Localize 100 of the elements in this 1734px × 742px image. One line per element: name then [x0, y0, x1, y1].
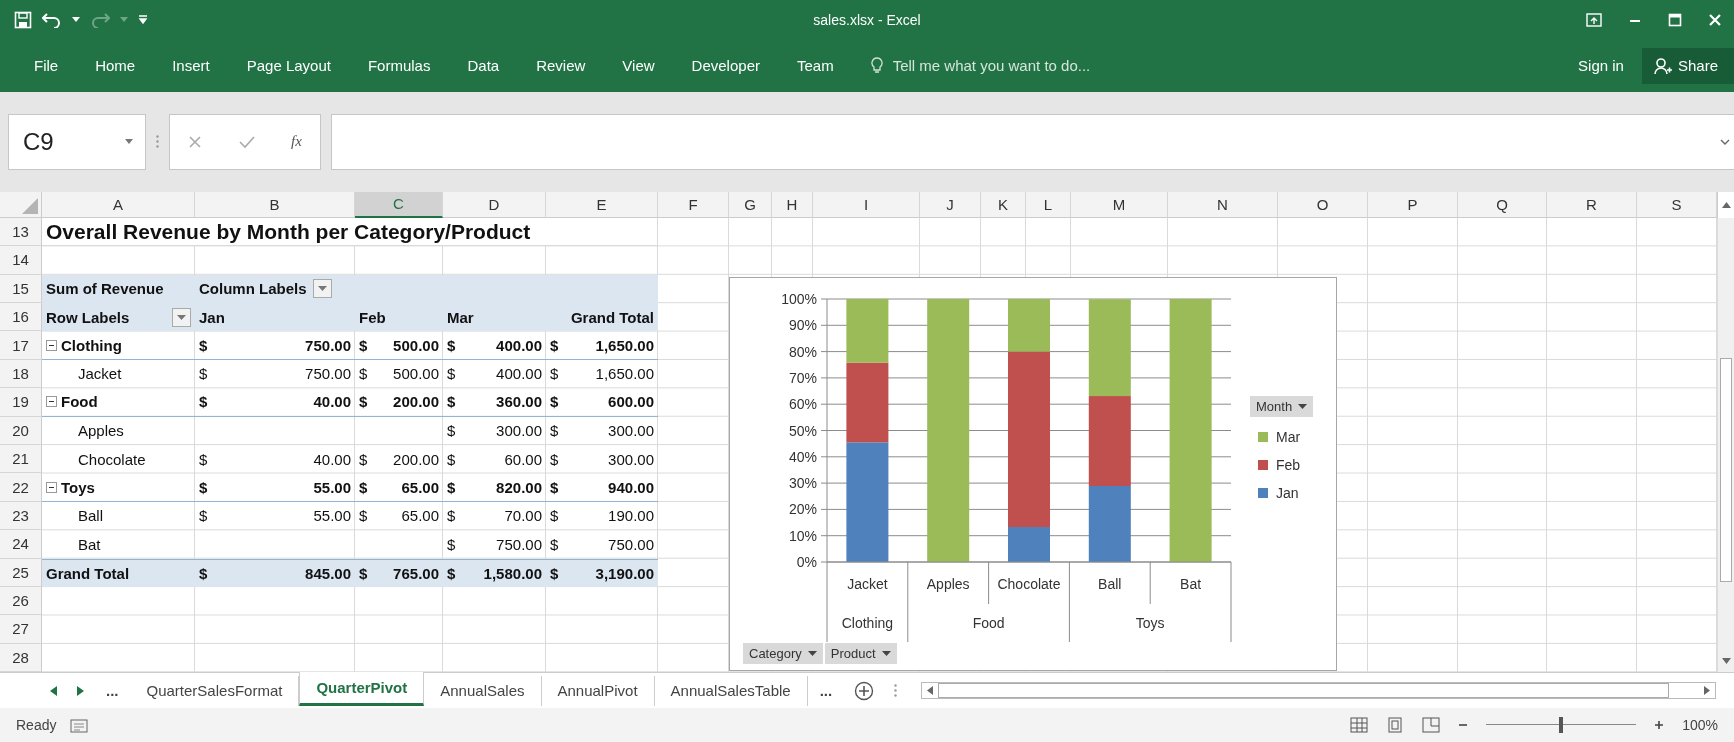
column-header[interactable]: A: [42, 191, 195, 218]
page-layout-icon[interactable]: [1386, 717, 1405, 733]
zoom-level[interactable]: 100%: [1682, 717, 1718, 733]
row-number[interactable]: 13: [0, 217, 42, 247]
ribbon-tab[interactable]: Developer: [691, 51, 760, 81]
maximize-icon[interactable]: [1668, 12, 1682, 27]
left-arrow-icon[interactable]: [927, 686, 934, 696]
category-group-label: Toys: [1135, 614, 1165, 631]
close-icon[interactable]: [1708, 12, 1722, 27]
ribbon-tab[interactable]: Home: [95, 51, 136, 81]
scroll-thumb[interactable]: [938, 683, 1669, 699]
column-header[interactable]: F: [658, 191, 729, 218]
amount-value: 750.00: [305, 365, 351, 383]
column-header[interactable]: L: [1026, 191, 1071, 218]
row-number[interactable]: 28: [0, 643, 42, 673]
scroll-thumb[interactable]: [1720, 357, 1732, 582]
currency-sign: $: [199, 393, 208, 411]
save-icon[interactable]: [14, 10, 32, 29]
column-header[interactable]: K: [981, 191, 1026, 218]
caret-icon[interactable]: [72, 16, 80, 23]
filter-dropdown[interactable]: [312, 279, 332, 299]
scroll-up-button[interactable]: [1717, 191, 1734, 218]
column-header[interactable]: J: [920, 191, 981, 218]
down-arrow-icon[interactable]: [1722, 658, 1731, 665]
column-header[interactable]: I: [813, 191, 920, 218]
column-header[interactable]: P: [1368, 191, 1458, 218]
ribbon-tab[interactable]: File: [34, 51, 59, 81]
filter-dropdown[interactable]: [172, 307, 191, 327]
more-sheets-button[interactable]: ...: [807, 682, 845, 700]
column-header[interactable]: E: [546, 191, 658, 218]
row-number[interactable]: 20: [0, 416, 42, 445]
ribbon-tab[interactable]: Review: [536, 51, 586, 81]
splitter-icon[interactable]: [894, 684, 898, 698]
formula-input[interactable]: [331, 113, 1734, 170]
sheet-tab[interactable]: QuarterPivot: [299, 671, 425, 706]
add-sheet-icon[interactable]: [854, 680, 875, 701]
macro-recording-icon[interactable]: [70, 717, 89, 733]
ribbon-tab[interactable]: Team: [796, 51, 834, 81]
caret-icon: [317, 286, 327, 292]
row-number[interactable]: 17: [0, 331, 42, 360]
ribbon-tab[interactable]: Page Layout: [246, 51, 331, 81]
cancel-icon[interactable]: [188, 134, 203, 149]
row-number[interactable]: 24: [0, 530, 42, 559]
ribbon-tab[interactable]: Data: [467, 51, 500, 81]
column-header[interactable]: H: [772, 191, 813, 218]
row-number[interactable]: 27: [0, 615, 42, 644]
row-number[interactable]: 15: [0, 274, 42, 303]
customize-toolbar-icon[interactable]: [138, 14, 148, 25]
column-header[interactable]: C: [355, 191, 443, 218]
column-header[interactable]: O: [1278, 191, 1368, 218]
column-header[interactable]: R: [1547, 191, 1637, 218]
axis-field-button[interactable]: Product: [824, 642, 897, 664]
row-number[interactable]: 25: [0, 558, 42, 587]
row-number[interactable]: 26: [0, 586, 42, 616]
redo-icon[interactable]: [90, 11, 110, 28]
checkmark-icon[interactable]: [238, 134, 255, 149]
expand-icon[interactable]: [1720, 138, 1730, 145]
bar-segment[interactable]: [1088, 485, 1131, 562]
horizontal-scrollbar[interactable]: [921, 682, 1716, 700]
previous-sheet-icon[interactable]: [50, 685, 57, 696]
axis-field-button[interactable]: Category: [743, 642, 823, 664]
bar-segment[interactable]: [846, 362, 889, 443]
column-header[interactable]: N: [1168, 191, 1278, 218]
column-header[interactable]: M: [1071, 191, 1168, 218]
name-box[interactable]: C9: [8, 113, 146, 170]
sheet-title: Overall Revenue by Month per Category/Product: [42, 217, 658, 247]
column-header[interactable]: Q: [1458, 191, 1547, 218]
normal-view-icon[interactable]: [1350, 717, 1369, 733]
collapse-toggle[interactable]: [46, 396, 57, 408]
vertical-scrollbar[interactable]: [1717, 217, 1734, 673]
zoom-in-icon[interactable]: [1654, 720, 1665, 730]
ribbon-tab[interactable]: Insert: [172, 51, 210, 81]
row-number[interactable]: 21: [0, 444, 42, 474]
row-number[interactable]: 22: [0, 473, 42, 502]
column-header[interactable]: D: [443, 191, 546, 218]
collapse-toggle[interactable]: [46, 339, 57, 351]
page-break-preview-icon[interactable]: [1422, 717, 1441, 733]
right-arrow-icon[interactable]: [1704, 686, 1710, 696]
chart-area[interactable]: 0% 10% 20% 30% 40% 50% 60% 70% 80% 90% 100% Jacket Apples Chocolate Ball Bat Clothing Food Toys Month Mar Feb Jan Category Product: [729, 276, 1337, 671]
row-number[interactable]: 19: [0, 388, 42, 417]
more-sheets-button[interactable]: ...: [94, 682, 131, 700]
share-button[interactable]: Share: [1641, 47, 1734, 84]
tell-me-field[interactable]: Tell me what you want to do...: [890, 56, 1165, 76]
next-sheet-icon[interactable]: [77, 685, 84, 696]
sign-in-link[interactable]: Sign in: [1572, 56, 1630, 76]
row-number[interactable]: 16: [0, 303, 42, 332]
zoom-slider-thumb[interactable]: [1559, 717, 1564, 733]
ribbon-tab[interactable]: Formulas: [367, 51, 431, 81]
column-header[interactable]: G: [729, 191, 772, 218]
ribbon-tab[interactable]: View: [622, 51, 655, 81]
row-number[interactable]: 14: [0, 246, 42, 275]
row-number[interactable]: 18: [0, 359, 42, 389]
collapse-toggle[interactable]: [46, 481, 57, 493]
bar-segment[interactable]: [1088, 395, 1131, 486]
row-number[interactable]: 23: [0, 501, 42, 531]
insert-function-button[interactable]: fx: [290, 133, 302, 151]
undo-icon[interactable]: [42, 11, 62, 28]
bar-segment[interactable]: [846, 442, 889, 562]
legend-field-button[interactable]: Month: [1250, 395, 1314, 417]
ribbon-display-icon[interactable]: [1586, 12, 1602, 27]
